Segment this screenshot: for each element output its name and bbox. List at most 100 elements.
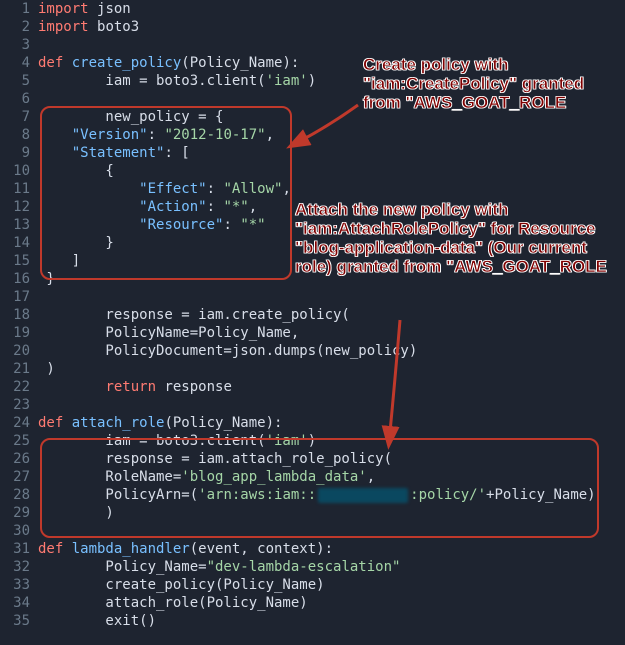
code-content[interactable]: return response xyxy=(38,378,625,396)
token-pu: : [ xyxy=(164,145,189,161)
code-content[interactable]: iam = boto3.client('iam') xyxy=(38,72,625,90)
code-content[interactable]: create_policy(Policy_Name) xyxy=(38,576,625,594)
code-line[interactable]: 6 xyxy=(0,90,625,108)
code-content[interactable]: "Effect": "Allow", xyxy=(38,180,625,198)
code-content[interactable]: ] xyxy=(38,252,625,270)
code-line[interactable]: 3 xyxy=(0,36,625,54)
code-content[interactable]: "Statement": [ xyxy=(38,144,625,162)
code-content[interactable]: import json xyxy=(38,0,625,18)
code-content[interactable]: def create_policy(Policy_Name): xyxy=(38,54,625,72)
code-line[interactable]: 14 } xyxy=(0,234,625,252)
code-line[interactable]: 5 iam = boto3.client('iam') xyxy=(0,72,625,90)
code-line[interactable]: 10 { xyxy=(0,162,625,180)
code-content[interactable] xyxy=(38,90,625,108)
token-kw: def xyxy=(38,541,72,557)
code-content[interactable]: PolicyDocument=json.dumps(new_policy) xyxy=(38,342,625,360)
code-content[interactable]: response = iam.attach_role_policy( xyxy=(38,450,625,468)
code-line[interactable]: 27 RoleName='blog_app_lambda_data', xyxy=(0,468,625,486)
code-line[interactable]: 11 "Effect": "Allow", xyxy=(0,180,625,198)
code-line[interactable]: 18 response = iam.create_policy( xyxy=(0,306,625,324)
code-content[interactable]: def attach_role(Policy_Name): xyxy=(38,414,625,432)
token-pu: , xyxy=(266,127,274,143)
code-line[interactable]: 17 xyxy=(0,288,625,306)
code-content[interactable] xyxy=(38,36,625,54)
code-content[interactable]: ) xyxy=(38,360,625,378)
code-line[interactable]: 25 iam = boto3.client('iam') xyxy=(0,432,625,450)
token-nm: create_policy(Policy_Name) xyxy=(38,577,325,593)
code-content[interactable]: PolicyArn=('arn:aws:iam:::policy/'+Polic… xyxy=(38,486,625,504)
code-line[interactable]: 19 PolicyName=Policy_Name, xyxy=(0,324,625,342)
token-pr: "Effect" xyxy=(139,181,206,197)
code-line[interactable]: 7 new_policy = { xyxy=(0,108,625,126)
code-line[interactable]: 22 return response xyxy=(0,378,625,396)
code-line[interactable]: 21 ) xyxy=(0,360,625,378)
code-line[interactable]: 20 PolicyDocument=json.dumps(new_policy) xyxy=(0,342,625,360)
code-content[interactable] xyxy=(38,288,625,306)
code-line[interactable]: 2import boto3 xyxy=(0,18,625,36)
code-line[interactable]: 32 Policy_Name="dev-lambda-escalation" xyxy=(0,558,625,576)
line-number: 23 xyxy=(0,396,38,414)
token-pu: } xyxy=(38,235,114,251)
line-number: 31 xyxy=(0,540,38,558)
line-number: 19 xyxy=(0,324,38,342)
code-line[interactable]: 28 PolicyArn=('arn:aws:iam:::policy/'+Po… xyxy=(0,486,625,504)
code-line[interactable]: 9 "Statement": [ xyxy=(0,144,625,162)
code-content[interactable]: attach_role(Policy_Name) xyxy=(38,594,625,612)
code-content[interactable] xyxy=(38,396,625,414)
line-number: 9 xyxy=(0,144,38,162)
code-line[interactable]: 1import json xyxy=(0,0,625,18)
line-number: 5 xyxy=(0,72,38,90)
line-number: 10 xyxy=(0,162,38,180)
token-nm: boto3 xyxy=(97,19,139,35)
code-content[interactable]: response = iam.create_policy( xyxy=(38,306,625,324)
code-content[interactable]: Policy_Name="dev-lambda-escalation" xyxy=(38,558,625,576)
code-content[interactable]: } xyxy=(38,270,625,288)
code-content[interactable]: iam = boto3.client('iam') xyxy=(38,432,625,450)
code-content[interactable]: new_policy = { xyxy=(38,108,625,126)
code-content[interactable]: "Version": "2012-10-17", xyxy=(38,126,625,144)
code-line[interactable]: 8 "Version": "2012-10-17", xyxy=(0,126,625,144)
line-number: 30 xyxy=(0,522,38,540)
code-line[interactable]: 15 ] xyxy=(0,252,625,270)
line-number: 1 xyxy=(0,0,38,18)
code-line[interactable]: 16 } xyxy=(0,270,625,288)
code-content[interactable]: PolicyName=Policy_Name, xyxy=(38,324,625,342)
code-content[interactable]: ) xyxy=(38,504,625,522)
code-line[interactable]: 4def create_policy(Policy_Name): xyxy=(0,54,625,72)
code-content[interactable]: "Resource": "*" xyxy=(38,216,625,234)
code-line[interactable]: 33 create_policy(Policy_Name) xyxy=(0,576,625,594)
code-content[interactable]: "Action": "*", xyxy=(38,198,625,216)
code-editor[interactable]: 1import json2import boto334def create_po… xyxy=(0,0,625,630)
code-content[interactable]: } xyxy=(38,234,625,252)
code-content[interactable]: import boto3 xyxy=(38,18,625,36)
code-content[interactable] xyxy=(38,522,625,540)
code-line[interactable]: 34 attach_role(Policy_Name) xyxy=(0,594,625,612)
code-line[interactable]: 12 "Action": "*", xyxy=(0,198,625,216)
token-nm: iam = boto3.client( xyxy=(38,73,266,89)
token-pu: , xyxy=(249,199,257,215)
code-content[interactable]: { xyxy=(38,162,625,180)
code-line[interactable]: 35 exit() xyxy=(0,612,625,630)
line-number: 13 xyxy=(0,216,38,234)
code-content[interactable]: def lambda_handler(event, context): xyxy=(38,540,625,558)
code-line[interactable]: 24def attach_role(Policy_Name): xyxy=(0,414,625,432)
line-number: 24 xyxy=(0,414,38,432)
token-kw: import xyxy=(38,19,97,35)
code-line[interactable]: 31def lambda_handler(event, context): xyxy=(0,540,625,558)
code-content[interactable]: exit() xyxy=(38,612,625,630)
token-pu: { xyxy=(38,163,114,179)
token-pu: (Policy_Name): xyxy=(164,415,282,431)
line-number: 29 xyxy=(0,504,38,522)
token-pu: : xyxy=(148,127,165,143)
code-line[interactable]: 29 ) xyxy=(0,504,625,522)
token-pr: "Resource" xyxy=(139,217,223,233)
code-line[interactable]: 23 xyxy=(0,396,625,414)
code-line[interactable]: 26 response = iam.attach_role_policy( xyxy=(0,450,625,468)
line-number: 4 xyxy=(0,54,38,72)
token-nm xyxy=(38,181,139,197)
code-content[interactable]: RoleName='blog_app_lambda_data', xyxy=(38,468,625,486)
token-nm: response xyxy=(164,379,231,395)
line-number: 17 xyxy=(0,288,38,306)
code-line[interactable]: 13 "Resource": "*" xyxy=(0,216,625,234)
code-line[interactable]: 30 xyxy=(0,522,625,540)
